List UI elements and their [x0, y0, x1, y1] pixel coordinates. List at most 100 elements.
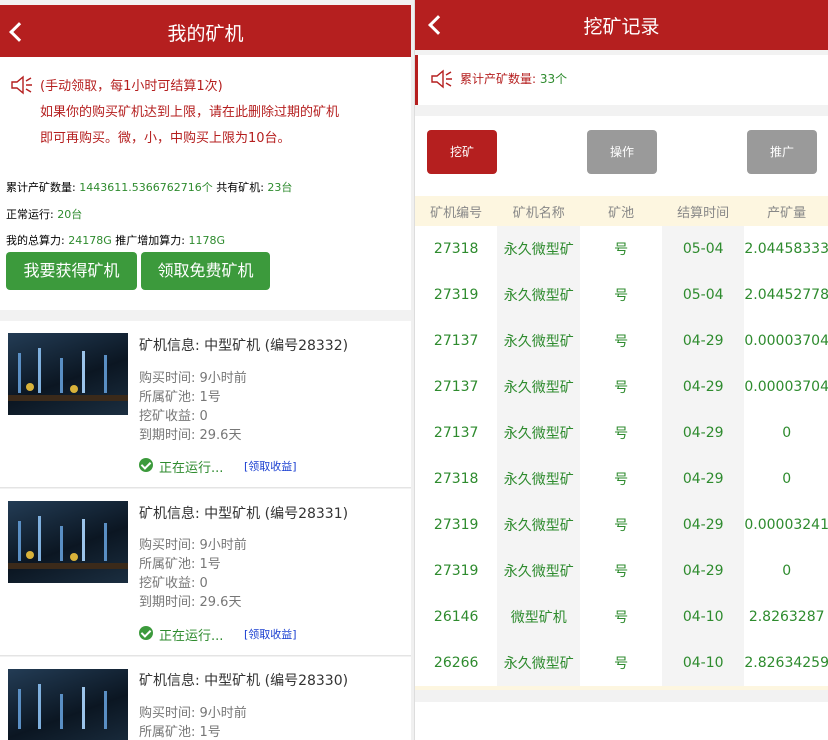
page-title: 挖矿记录 — [583, 16, 660, 38]
total-output-bar: 累计产矿数量: 33个 — [415, 55, 828, 105]
machine-count-value: 23台 — [267, 181, 293, 194]
cell-machine-name: 微型矿机 — [497, 594, 581, 640]
miner-image — [8, 669, 128, 740]
expire-time: 到期时间: 29.6天 — [139, 595, 242, 610]
cell-machine-id: 27137 — [415, 410, 498, 456]
cell-output: 0 — [744, 548, 828, 594]
notice-line-2: 如果你的购买矿机达到上限，请在此删除过期的矿机 — [40, 105, 340, 120]
total-output-label: 累计产矿数量: — [6, 181, 76, 194]
speaker-icon — [431, 69, 452, 89]
miner-title: 矿机信息: 中型矿机 (编号28331) — [139, 506, 349, 522]
cell-settle-time: 04-29 — [662, 456, 745, 502]
cell-machine-name: 永久微型矿 — [497, 318, 581, 364]
cell-settle-time: 04-29 — [662, 318, 745, 364]
table-header-row: 矿机编号 矿机名称 矿池 结算时间 产矿量 — [415, 196, 828, 226]
cell-pool: 号 — [580, 594, 663, 640]
cell-output: 2.8263287 — [744, 594, 828, 640]
cell-machine-id: 27319 — [415, 272, 498, 318]
running-label: 正常运行: — [6, 208, 54, 221]
running-value: 20台 — [57, 208, 83, 221]
running-status: 正在运行... — [159, 461, 224, 476]
stats-line-2: 正常运行: 20台 — [6, 206, 82, 222]
tab-mining[interactable]: 挖矿 — [427, 130, 497, 174]
cell-settle-time: 04-29 — [662, 410, 745, 456]
pool: 所属矿池: 1号 — [139, 557, 221, 572]
cell-machine-name: 永久微型矿 — [497, 410, 581, 456]
cell-machine-id: 27318 — [415, 226, 498, 272]
miner-image — [8, 333, 128, 415]
cell-settle-time: 04-29 — [662, 548, 745, 594]
tab-operation[interactable]: 操作 — [587, 130, 657, 174]
running-check-icon — [139, 626, 153, 640]
cell-output: 2.04452778 — [744, 272, 828, 318]
tab-bar: 挖矿 操作 推广 — [415, 116, 828, 196]
notice-line-3: 即可再购买。微，小，中购买上限为10台。 — [40, 131, 291, 146]
pool: 所属矿池: 1号 — [139, 390, 221, 405]
header-machine-name: 矿机名称 — [497, 196, 581, 226]
cell-settle-time: 05-04 — [662, 226, 745, 272]
running-check-icon — [139, 458, 153, 472]
cell-settle-time: 04-29 — [662, 364, 745, 410]
get-miner-button[interactable]: 我要获得矿机 — [6, 252, 137, 290]
speaker-icon — [11, 75, 32, 95]
cell-output: 0.00003241 — [744, 502, 828, 548]
cell-output: 2.04458333 — [744, 226, 828, 272]
header-bar: 挖矿记录 — [415, 0, 828, 50]
cell-machine-id: 27318 — [415, 456, 498, 502]
cell-pool: 号 — [580, 410, 663, 456]
table-row: 27319 永久微型矿号 05-04 2.04452778 — [415, 272, 828, 318]
table-row: 27319 永久微型矿号 04-29 0.00003241 — [415, 502, 828, 548]
collect-income-link[interactable]: [领取收益] — [244, 458, 297, 474]
my-miners-screen: 我的矿机 (手动领取，每1小时可结算1次) 如果你的购买矿机达到上限，请在此删除… — [0, 0, 411, 740]
table-row: 27137 永久微型矿号 04-29 0.00003704 — [415, 318, 828, 364]
header-pool: 矿池 — [580, 196, 663, 226]
mining-income: 挖矿收益: 0 — [139, 576, 208, 591]
cell-machine-id: 27137 — [415, 364, 498, 410]
table-row: 27319 永久微型矿号 04-29 0 — [415, 548, 828, 594]
total-power-value: 24178G — [68, 234, 112, 247]
running-status: 正在运行... — [159, 629, 224, 644]
summary-panel: (手动领取，每1小时可结算1次) 如果你的购买矿机达到上限，请在此删除过期的矿机… — [0, 57, 411, 310]
total-power-label: 我的总算力: — [6, 234, 65, 247]
table-row: 26266 永久微型矿号 04-10 2.82634259 — [415, 640, 828, 686]
cell-machine-id: 27319 — [415, 548, 498, 594]
cell-machine-id: 27319 — [415, 502, 498, 548]
cell-settle-time: 05-04 — [662, 272, 745, 318]
mining-records-screen: 挖矿记录 累计产矿数量: 33个 挖矿 操作 推广 矿机编号 矿机名称 矿池 结… — [414, 0, 828, 740]
header-bar: 我的矿机 — [0, 5, 411, 57]
cell-machine-id: 26146 — [415, 594, 498, 640]
miner-card: 矿机信息: 中型矿机 (编号28332) 购买时间: 9小时前 所属矿池: 1号… — [0, 321, 411, 488]
cell-output: 0.00003704 — [744, 364, 828, 410]
cell-settle-time: 04-10 — [662, 594, 745, 640]
miner-card: 矿机信息: 中型矿机 (编号28331) 购买时间: 9小时前 所属矿池: 1号… — [0, 489, 411, 656]
cell-output: 2.82634259 — [744, 640, 828, 686]
page-title: 我的矿机 — [167, 23, 244, 45]
miner-image — [8, 501, 128, 583]
machine-count-label: 共有矿机: — [216, 181, 264, 194]
cell-pool: 号 — [580, 318, 663, 364]
promo-power-label: 推广增加算力: — [115, 234, 185, 247]
cell-output: 0 — [744, 456, 828, 502]
expire-time: 到期时间: 29.6天 — [139, 428, 242, 443]
collect-income-link[interactable]: [领取收益] — [244, 626, 297, 642]
total-output-value: 1443611.5366762716个 — [79, 181, 213, 194]
pool: 所属矿池: 1号 — [139, 725, 221, 740]
cell-pool: 号 — [580, 456, 663, 502]
miner-title: 矿机信息: 中型矿机 (编号28330) — [139, 673, 349, 689]
stats-line-3: 我的总算力: 24178G 推广增加算力: 1178G — [6, 232, 225, 248]
cell-pool: 号 — [580, 226, 663, 272]
cell-machine-id: 26266 — [415, 640, 498, 686]
cell-machine-name: 永久微型矿 — [497, 640, 581, 686]
footer-area — [415, 702, 828, 740]
buy-time: 购买时间: 9小时前 — [139, 538, 247, 553]
header-machine-id: 矿机编号 — [415, 196, 498, 226]
cell-pool: 号 — [580, 548, 663, 594]
free-miner-button[interactable]: 领取免费矿机 — [141, 252, 270, 290]
cell-machine-name: 永久微型矿 — [497, 502, 581, 548]
stats-line-1: 累计产矿数量: 1443611.5366762716个 共有矿机: 23台 — [6, 179, 292, 195]
cell-pool: 号 — [580, 272, 663, 318]
table-row: 27318 永久微型矿号 05-04 2.04458333 — [415, 226, 828, 272]
records-table: 矿机编号 矿机名称 矿池 结算时间 产矿量 27318 永久微型矿号 05-04 2.… — [415, 196, 828, 686]
tab-promotion[interactable]: 推广 — [747, 130, 817, 174]
total-output-value: 33个 — [539, 72, 568, 86]
